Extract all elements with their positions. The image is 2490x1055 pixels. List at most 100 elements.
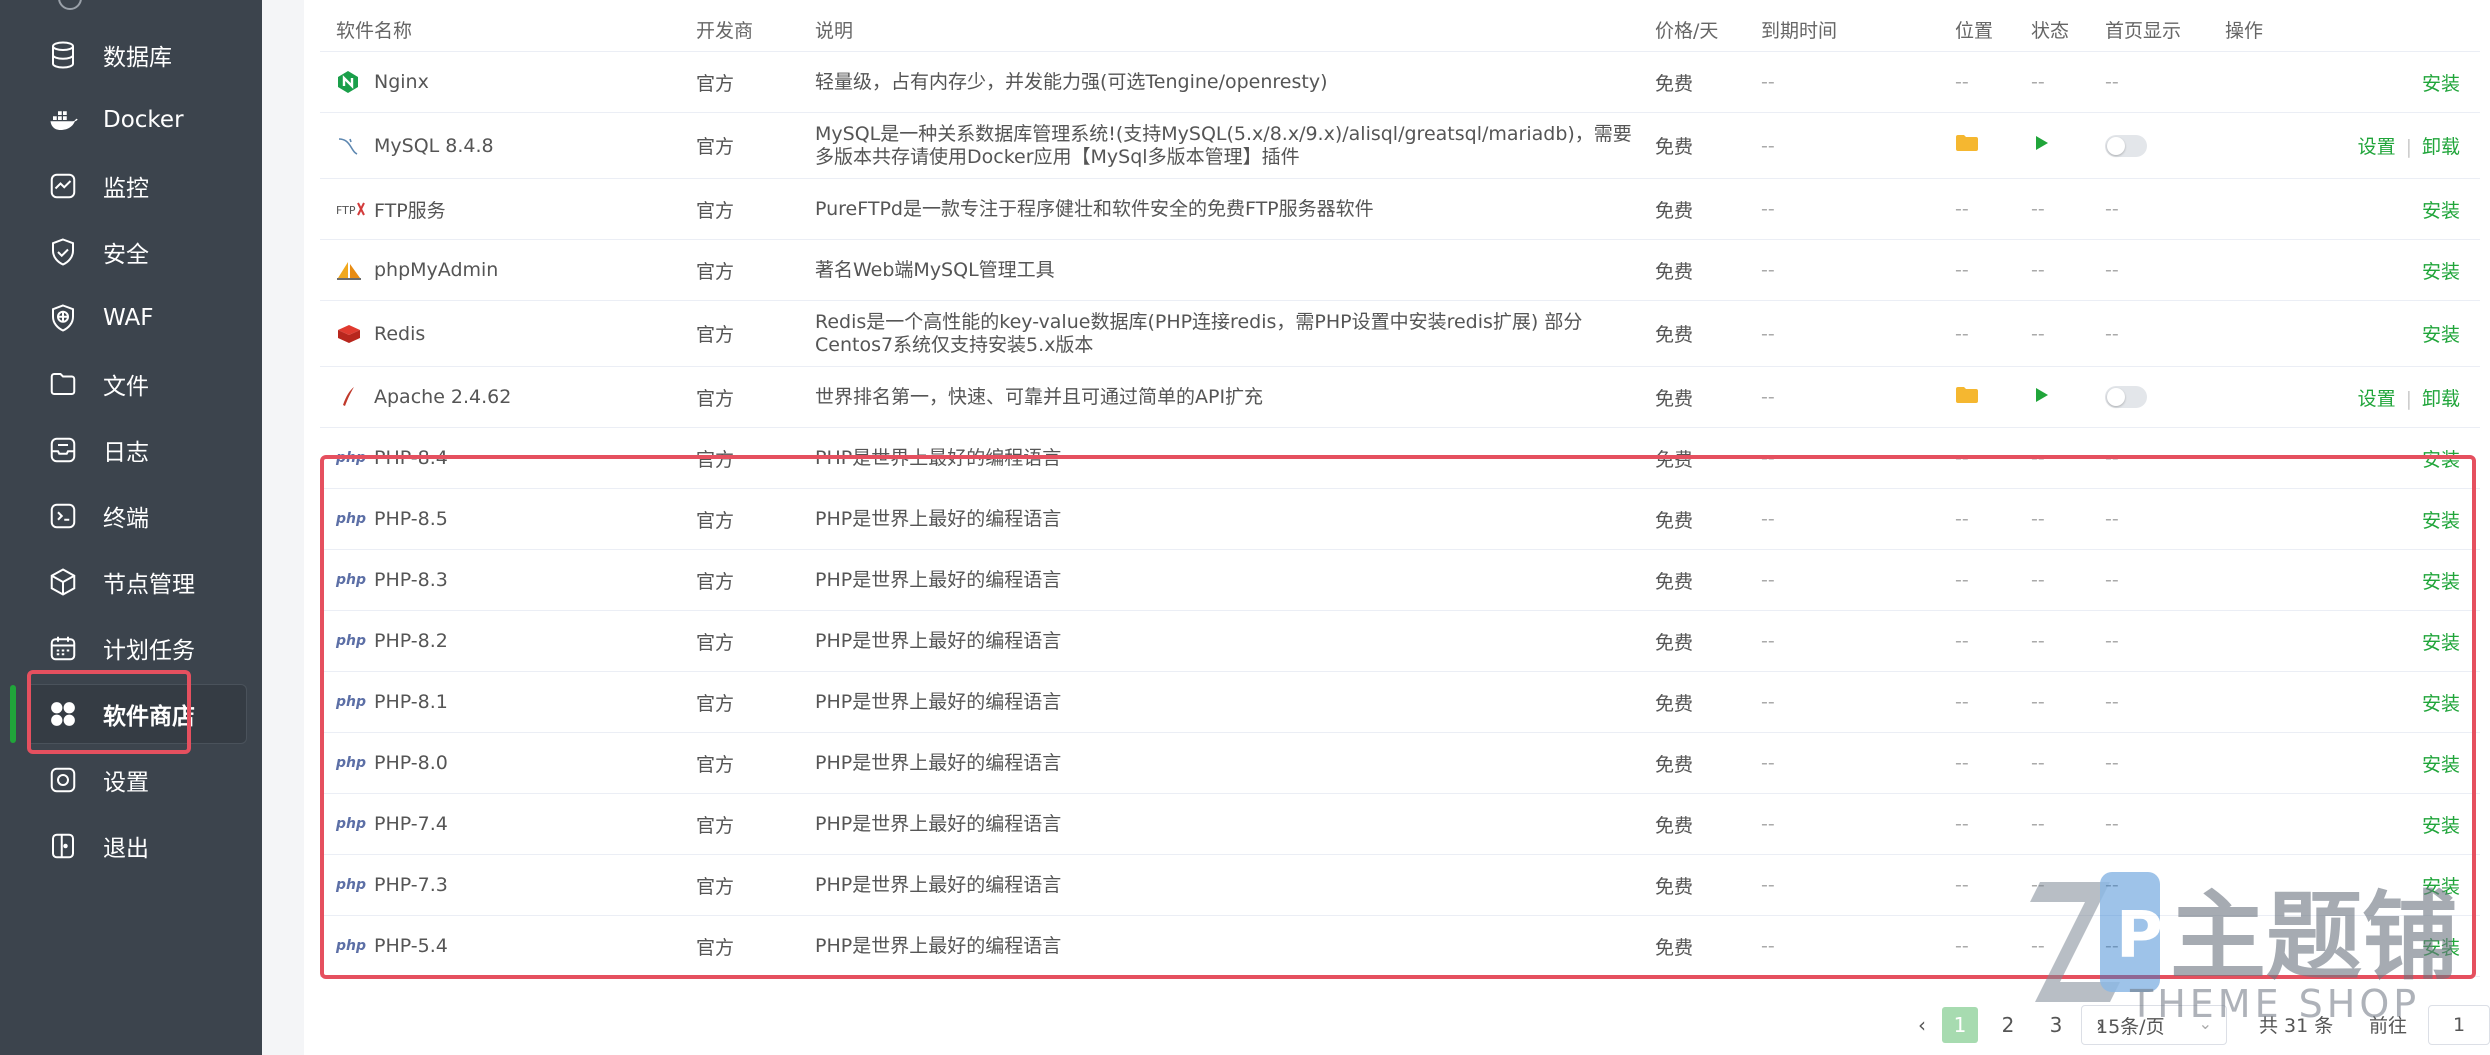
sidebar-item-label: 数据库: [103, 45, 172, 71]
play-icon[interactable]: [2031, 136, 2051, 158]
software-name[interactable]: phpMyAdmin: [374, 259, 498, 281]
table-row: Nginx 官方 轻量级，占有内存少，并发能力强(可选Tengine/openres…: [320, 51, 2480, 113]
php-icon: php: [336, 933, 366, 959]
page-button[interactable]: 2: [1990, 1007, 2026, 1043]
settings-button[interactable]: 设置: [2358, 136, 2396, 158]
sidebar-item-label: 日志: [103, 440, 149, 466]
php-icon: php: [336, 633, 367, 649]
install-button[interactable]: 安装: [2422, 324, 2460, 346]
location-placeholder: --: [1955, 813, 1969, 835]
install-button[interactable]: 安装: [2422, 73, 2460, 95]
homepage-toggle[interactable]: [2105, 134, 2147, 157]
status-placeholder: --: [2031, 259, 2045, 281]
location-placeholder: --: [1955, 752, 1969, 774]
sidebar-item-label: 文件: [103, 374, 149, 400]
install-button[interactable]: 安装: [2422, 200, 2460, 222]
uninstall-button[interactable]: 卸载: [2422, 136, 2460, 158]
install-button[interactable]: 安装: [2422, 632, 2460, 654]
table-row: MySQL 8.4.8 官方 MySQL是一种关系数据库管理系统!(支持MySQL(…: [320, 112, 2480, 179]
sidebar-item-app-store[interactable]: 软件商店: [27, 684, 247, 744]
status-cell: --: [2031, 610, 2105, 672]
homepage-cell: --: [2105, 51, 2225, 113]
homepage-placeholder: --: [2105, 508, 2119, 530]
location-cell: --: [1955, 300, 2031, 367]
software-name[interactable]: PHP-8.4: [374, 447, 448, 469]
install-button[interactable]: 安装: [2422, 754, 2460, 776]
status-placeholder: --: [2031, 935, 2045, 957]
install-button[interactable]: 安装: [2422, 449, 2460, 471]
php-icon: php: [336, 567, 366, 593]
expiry-placeholder: --: [1761, 813, 1775, 835]
developer: 官方: [696, 112, 815, 179]
software-name[interactable]: PHP-8.1: [374, 691, 448, 713]
sidebar-item-settings[interactable]: 设置: [27, 750, 247, 810]
software-name[interactable]: PHP-8.0: [374, 752, 448, 774]
prev-page-button[interactable]: ‹: [1904, 1007, 1940, 1043]
table-row: php PHP-7.3 官方 PHP是世界上最好的编程语言 免费 -- -- -- -- 安装: [320, 854, 2480, 916]
page-button[interactable]: 1: [1942, 1007, 1978, 1043]
install-button[interactable]: 安装: [2422, 815, 2460, 837]
software-name[interactable]: PHP-7.3: [374, 874, 448, 896]
price: 免费: [1655, 427, 1761, 489]
install-button[interactable]: 安装: [2422, 876, 2460, 898]
status-placeholder: --: [2031, 322, 2045, 345]
sidebar-item-label: 计划任务: [103, 638, 195, 664]
software-name[interactable]: PHP-5.4: [374, 935, 448, 957]
sidebar-item-database[interactable]: 数据库: [27, 25, 247, 85]
page-button[interactable]: 3: [2038, 1007, 2074, 1043]
total-count: 共 31 条: [2259, 1015, 2334, 1037]
software-name[interactable]: Redis: [374, 323, 425, 345]
developer: 官方: [696, 239, 815, 301]
description: PHP是世界上最好的编程语言: [815, 488, 1655, 550]
sidebar-item-nodes[interactable]: 节点管理: [27, 552, 247, 612]
software-name[interactable]: PHP-8.5: [374, 508, 448, 530]
folder-icon[interactable]: [1955, 386, 1979, 410]
folder-icon[interactable]: [1955, 135, 1979, 158]
location-cell: --: [1955, 732, 2031, 794]
sidebar-item-logout[interactable]: 退出: [27, 816, 247, 876]
software-name-cell: Apache 2.4.62: [320, 366, 696, 428]
node-icon: [47, 566, 79, 598]
description: PureFTPd是一款专注于程序健壮和软件安全的免费FTP服务器软件: [815, 178, 1655, 240]
settings-button[interactable]: 设置: [2358, 388, 2396, 410]
log-icon: [47, 434, 79, 466]
sidebar-item-cron[interactable]: 计划任务: [27, 618, 247, 678]
software-name[interactable]: Apache 2.4.62: [374, 386, 511, 408]
location-placeholder: --: [1955, 447, 1969, 469]
location-placeholder: --: [1955, 508, 1969, 530]
page-size-select[interactable]: 15条/页 ⌄: [2081, 1005, 2227, 1045]
sidebar-item-terminal[interactable]: 终端: [27, 486, 247, 546]
sidebar-item-files[interactable]: 文件: [27, 354, 247, 414]
status-cell: --: [2031, 488, 2105, 550]
description: PHP是世界上最好的编程语言: [815, 854, 1655, 916]
sidebar-item-waf[interactable]: WAF: [27, 288, 247, 348]
sidebar-item-docker[interactable]: Docker: [27, 90, 247, 150]
sidebar-item-logs[interactable]: 日志: [27, 420, 247, 480]
status-cell: [2031, 112, 2105, 179]
install-button[interactable]: 安装: [2422, 510, 2460, 532]
install-button[interactable]: 安装: [2422, 693, 2460, 715]
col-header-name[interactable]: 软件名称: [320, 8, 696, 52]
software-name[interactable]: PHP-8.2: [374, 630, 448, 652]
location-cell: --: [1955, 671, 2031, 733]
software-name[interactable]: FTP服务: [374, 196, 446, 223]
sidebar-item-security[interactable]: 安全: [27, 222, 247, 282]
install-button[interactable]: 安装: [2422, 261, 2460, 283]
software-name[interactable]: PHP-8.3: [374, 569, 448, 591]
uninstall-button[interactable]: 卸载: [2422, 388, 2460, 410]
goto-page-input[interactable]: [2428, 1005, 2490, 1045]
php-icon: php: [336, 689, 366, 715]
software-name[interactable]: PHP-7.4: [374, 813, 448, 835]
price: 免费: [1655, 300, 1761, 367]
sidebar-item-monitor[interactable]: 监控: [27, 156, 247, 216]
homepage-toggle[interactable]: [2105, 386, 2147, 409]
install-button[interactable]: 安装: [2422, 571, 2460, 593]
software-name[interactable]: Nginx: [374, 71, 429, 93]
col-header-price[interactable]: 价格/天: [1655, 8, 1761, 52]
software-name[interactable]: MySQL 8.4.8: [374, 135, 494, 157]
developer: 官方: [696, 671, 815, 733]
description: MySQL是一种关系数据库管理系统!(支持MySQL(5.x/8.x/9.x)/…: [815, 112, 1655, 179]
play-icon[interactable]: [2031, 387, 2051, 410]
database-icon: [47, 39, 79, 71]
install-button[interactable]: 安装: [2422, 937, 2460, 959]
